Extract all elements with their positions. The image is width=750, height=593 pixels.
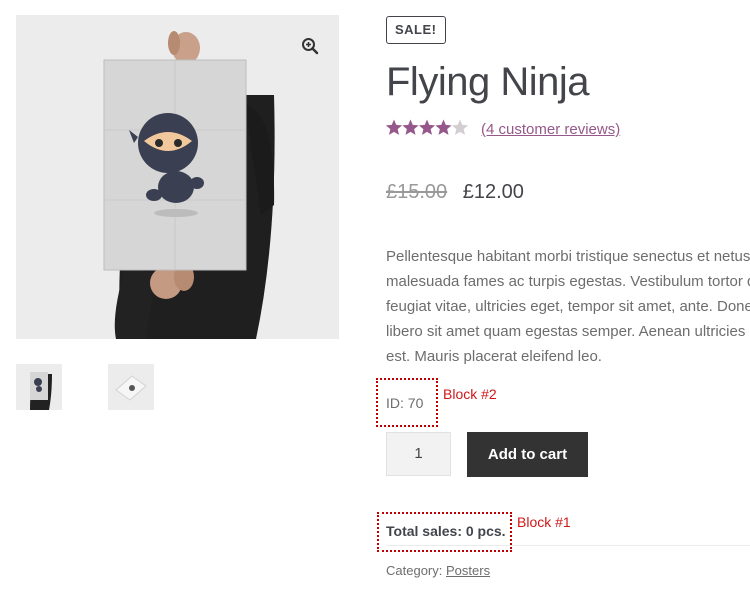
product-short-description: Pellentesque habitant morbi tristique se… xyxy=(386,244,750,369)
thumbnail-image xyxy=(108,364,154,410)
divider xyxy=(386,545,750,546)
regular-price: £15.00 xyxy=(386,181,448,203)
star-icon xyxy=(418,119,436,135)
description-line: malesuada fames ac turpis egestas. Vesti… xyxy=(386,273,750,290)
star-rating xyxy=(385,118,470,138)
ninja-poster-image xyxy=(16,15,339,339)
customer-reviews-link[interactable]: (4 customer reviews) xyxy=(481,121,620,138)
sale-badge: SALE! xyxy=(386,16,446,44)
product-main-image[interactable] xyxy=(16,15,339,339)
thumbnail-image xyxy=(16,364,62,410)
total-sales: Total sales: 0 pcs. xyxy=(386,523,506,539)
zoom-in-icon[interactable] xyxy=(301,37,319,55)
star-icon xyxy=(402,119,419,135)
thumbnail-2[interactable] xyxy=(108,364,154,410)
thumbnail-1[interactable] xyxy=(16,364,62,410)
product-category: Category: Posters xyxy=(386,563,490,578)
product-title: Flying Ninja xyxy=(386,60,589,104)
category-link-posters[interactable]: Posters xyxy=(446,563,490,578)
description-line: feugiat vitae, ultricies eget, tempor si… xyxy=(386,298,750,315)
description-line: est. Mauris placerat eleifend leo. xyxy=(386,348,602,365)
sale-price: £12.00 xyxy=(462,181,524,203)
block-1-label: Block #1 xyxy=(517,514,571,530)
category-label: Category: xyxy=(386,563,443,578)
star-icon xyxy=(385,119,403,135)
add-to-cart-button[interactable]: Add to cart xyxy=(467,432,588,477)
description-line: Pellentesque habitant morbi tristique se… xyxy=(386,248,750,265)
star-icon xyxy=(435,119,452,135)
block-2-label: Block #2 xyxy=(443,386,497,402)
star-icon xyxy=(451,119,469,135)
price: £15.00 £12.00 xyxy=(386,181,524,204)
product-id: ID: 70 xyxy=(386,395,424,411)
quantity-input[interactable]: 1 xyxy=(386,432,451,476)
description-line: libero sit amet quam egestas semper. Aen… xyxy=(386,323,750,340)
